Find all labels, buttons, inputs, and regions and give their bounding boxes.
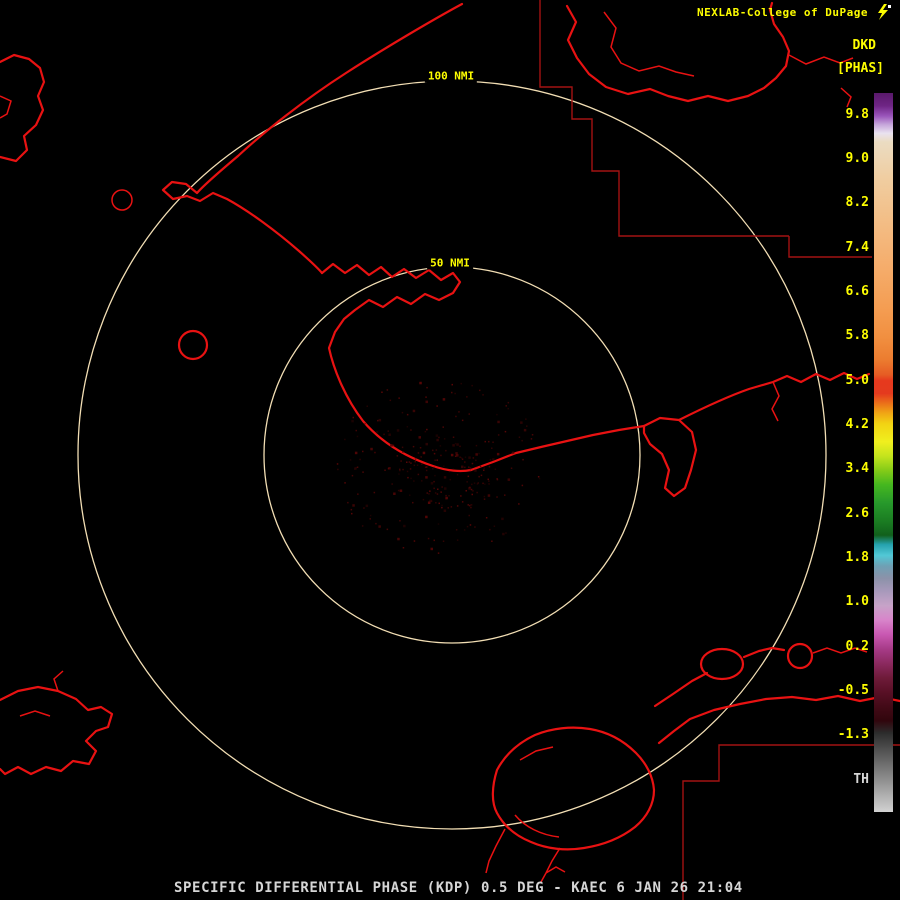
colorbar-tick: 0.2 — [845, 639, 869, 654]
lake-oval-outline — [699, 647, 745, 681]
coastlines — [0, 1, 900, 883]
county-borders — [539, 0, 900, 900]
island-tail-1 — [540, 847, 566, 883]
colorbar-tick: -0.5 — [837, 683, 869, 698]
county-border-southeast — [682, 744, 900, 900]
colorbar-tick: 2.6 — [845, 506, 869, 521]
product-code: DKD — [852, 38, 876, 53]
island-inner-detail-1 — [519, 746, 554, 761]
coastline-top-right-inner — [603, 11, 695, 77]
coastline-left-top-blob — [0, 53, 46, 163]
colorbar-tick: 4.2 — [845, 417, 869, 432]
colorbar-tick: -1.3 — [837, 727, 869, 742]
colorbar-tick: 6.6 — [845, 284, 869, 299]
map-canvas — [0, 0, 900, 900]
colorbar-tick: 7.4 — [845, 240, 869, 255]
island-outline — [491, 726, 656, 851]
colorbar-tick: 5.0 — [845, 373, 869, 388]
island-inner-detail-2 — [514, 814, 560, 838]
colorbar-tick: 9.8 — [845, 107, 869, 122]
colorbar-tick: 1.8 — [845, 550, 869, 565]
colorbar-tick: 1.0 — [845, 594, 869, 609]
coastline-inlet-blob — [642, 416, 698, 498]
colorbar-tick: 5.8 — [845, 328, 869, 343]
coastline-left-top-inner — [0, 95, 12, 119]
colorbar-threshold-label: TH — [853, 772, 869, 787]
small-lake-circle-2 — [177, 329, 209, 361]
coastline-east-hook — [771, 381, 780, 422]
coastline-bottom-left-spur — [19, 670, 64, 717]
coastline-bottom-left-blob — [0, 685, 114, 776]
island-tail-2 — [485, 828, 506, 874]
colorbar-tick: 9.0 — [845, 151, 869, 166]
coastline-southeast-ridge — [653, 671, 709, 708]
status-bar-text: SPECIFIC DIFFERENTIAL PHASE (KDP) 0.5 DE… — [174, 880, 743, 896]
coastline-northwest-arc — [161, 2, 464, 275]
colorbar-tick: 8.2 — [845, 195, 869, 210]
county-border-northeast — [539, 0, 872, 258]
range-ring-100-label: 100 NMI — [424, 69, 478, 83]
colorbar-tick: 3.4 — [845, 461, 869, 476]
coastline-top-right-corner — [840, 87, 852, 108]
lightning-icon — [878, 4, 891, 20]
header-title: NEXLAB-College of DuPage — [697, 6, 868, 19]
product-units: [PHAS] — [837, 61, 884, 76]
small-lake-circle-1 — [111, 189, 133, 211]
range-ring-50-label: 50 NMI — [427, 256, 473, 270]
coastline-ridge-east — [742, 646, 786, 659]
coastline-central-east — [469, 424, 646, 472]
radar-display: 100 NMI 50 NMI NEXLAB-College of DuPage … — [0, 0, 900, 900]
colorbar-gradient — [874, 93, 893, 812]
